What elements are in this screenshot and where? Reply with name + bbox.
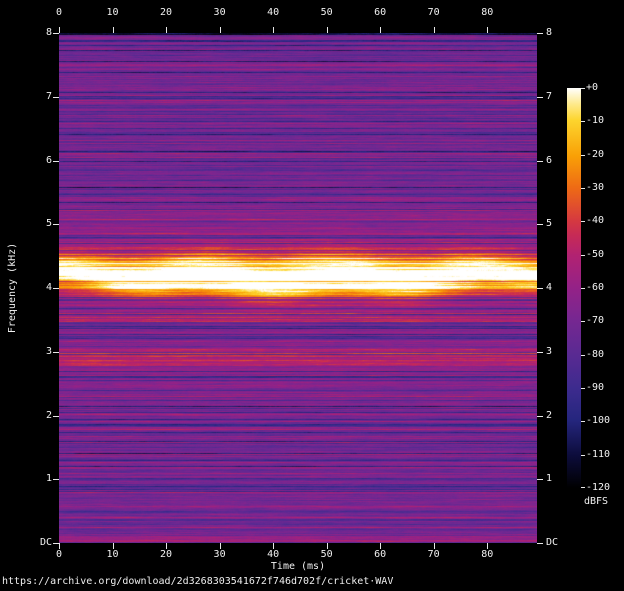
legend-tick-label: +0 bbox=[586, 82, 620, 94]
legend-tick-label: -50 bbox=[586, 249, 620, 261]
y-tick-label-right: 1 bbox=[546, 473, 572, 485]
legend-tick bbox=[581, 355, 585, 356]
y-tick-label-left: 8 bbox=[28, 27, 52, 39]
x-tick-label-top: 60 bbox=[366, 7, 394, 19]
x-tick-top bbox=[327, 27, 328, 33]
y-tick-left bbox=[53, 97, 59, 98]
legend-tick-label: -110 bbox=[586, 449, 620, 461]
legend-tick bbox=[581, 421, 585, 422]
x-tick-label-top: 10 bbox=[99, 7, 127, 19]
legend-tick bbox=[581, 88, 585, 89]
legend-tick bbox=[581, 155, 585, 156]
y-tick-label-left: 2 bbox=[28, 410, 52, 422]
y-tick-left bbox=[53, 479, 59, 480]
legend-tick bbox=[581, 255, 585, 256]
x-tick-label-bottom: 40 bbox=[259, 549, 287, 561]
x-tick-top bbox=[380, 27, 381, 33]
x-axis-label: Time (ms) bbox=[59, 561, 537, 573]
x-tick-label-top: 70 bbox=[420, 7, 448, 19]
x-tick-label-top: 30 bbox=[206, 7, 234, 19]
y-tick-right bbox=[537, 479, 543, 480]
legend-tick bbox=[581, 487, 585, 488]
y-tick-left bbox=[53, 161, 59, 162]
y-tick-left bbox=[53, 352, 59, 353]
x-tick-top bbox=[113, 27, 114, 33]
spectrogram-window: Frequency (kHz) Time (ms) dBFS https://a… bbox=[0, 0, 624, 591]
y-tick-label-right: 5 bbox=[546, 218, 572, 230]
y-tick-left bbox=[53, 543, 59, 544]
legend-tick-label: -10 bbox=[586, 115, 620, 127]
x-tick-top bbox=[487, 27, 488, 33]
y-tick-left bbox=[53, 416, 59, 417]
legend-tick-label: -70 bbox=[586, 315, 620, 327]
x-tick-label-top: 80 bbox=[473, 7, 501, 19]
legend-tick-label: -90 bbox=[586, 382, 620, 394]
y-tick-label-right: DC bbox=[546, 537, 572, 549]
y-tick-label-left: 7 bbox=[28, 91, 52, 103]
legend-unit-label: dBFS bbox=[584, 496, 608, 508]
y-tick-left bbox=[53, 33, 59, 34]
y-tick-label-left: 6 bbox=[28, 155, 52, 167]
x-tick-top bbox=[273, 27, 274, 33]
legend-tick-label: -40 bbox=[586, 215, 620, 227]
y-tick-label-left: 4 bbox=[28, 282, 52, 294]
source-url: https://archive.org/download/2d326830354… bbox=[2, 576, 393, 588]
y-tick-right bbox=[537, 543, 543, 544]
legend-tick-label: -30 bbox=[586, 182, 620, 194]
y-tick-left bbox=[53, 288, 59, 289]
x-tick-label-bottom: 30 bbox=[206, 549, 234, 561]
legend-tick bbox=[581, 121, 585, 122]
x-tick-label-bottom: 50 bbox=[313, 549, 341, 561]
legend-tick bbox=[581, 321, 585, 322]
y-tick-label-left: DC bbox=[28, 537, 52, 549]
legend-tick bbox=[581, 388, 585, 389]
y-tick-label-left: 1 bbox=[28, 473, 52, 485]
x-tick-label-top: 20 bbox=[152, 7, 180, 19]
x-tick-label-top: 0 bbox=[45, 7, 73, 19]
y-tick-label-right: 7 bbox=[546, 91, 572, 103]
y-tick-right bbox=[537, 224, 543, 225]
y-tick-left bbox=[53, 224, 59, 225]
legend-tick-label: -60 bbox=[586, 282, 620, 294]
y-tick-label-right: 3 bbox=[546, 346, 572, 358]
legend-tick bbox=[581, 288, 585, 289]
x-tick-label-bottom: 0 bbox=[45, 549, 73, 561]
legend-tick-label: -20 bbox=[586, 149, 620, 161]
spectrogram-canvas bbox=[59, 33, 537, 543]
y-axis-label: Frequency (kHz) bbox=[7, 188, 21, 388]
legend-tick bbox=[581, 221, 585, 222]
y-tick-label-left: 5 bbox=[28, 218, 52, 230]
x-tick-top bbox=[220, 27, 221, 33]
y-tick-right bbox=[537, 33, 543, 34]
legend-tick bbox=[581, 188, 585, 189]
legend-tick bbox=[581, 455, 585, 456]
legend-tick-label: -120 bbox=[586, 482, 620, 494]
x-tick-label-bottom: 20 bbox=[152, 549, 180, 561]
x-tick-label-bottom: 10 bbox=[99, 549, 127, 561]
x-tick-top bbox=[434, 27, 435, 33]
y-tick-right bbox=[537, 97, 543, 98]
y-tick-label-right: 2 bbox=[546, 410, 572, 422]
x-tick-label-bottom: 60 bbox=[366, 549, 394, 561]
y-tick-label-right: 4 bbox=[546, 282, 572, 294]
x-tick-label-top: 50 bbox=[313, 7, 341, 19]
x-tick-label-bottom: 70 bbox=[420, 549, 448, 561]
legend-tick-label: -100 bbox=[586, 415, 620, 427]
x-tick-top bbox=[59, 27, 60, 33]
y-tick-label-left: 3 bbox=[28, 346, 52, 358]
y-tick-label-right: 8 bbox=[546, 27, 572, 39]
legend-tick-label: -80 bbox=[586, 349, 620, 361]
y-tick-right bbox=[537, 416, 543, 417]
x-tick-label-bottom: 80 bbox=[473, 549, 501, 561]
x-tick-top bbox=[166, 27, 167, 33]
y-tick-right bbox=[537, 352, 543, 353]
x-tick-label-top: 40 bbox=[259, 7, 287, 19]
y-tick-label-right: 6 bbox=[546, 155, 572, 167]
y-tick-right bbox=[537, 161, 543, 162]
y-tick-right bbox=[537, 288, 543, 289]
